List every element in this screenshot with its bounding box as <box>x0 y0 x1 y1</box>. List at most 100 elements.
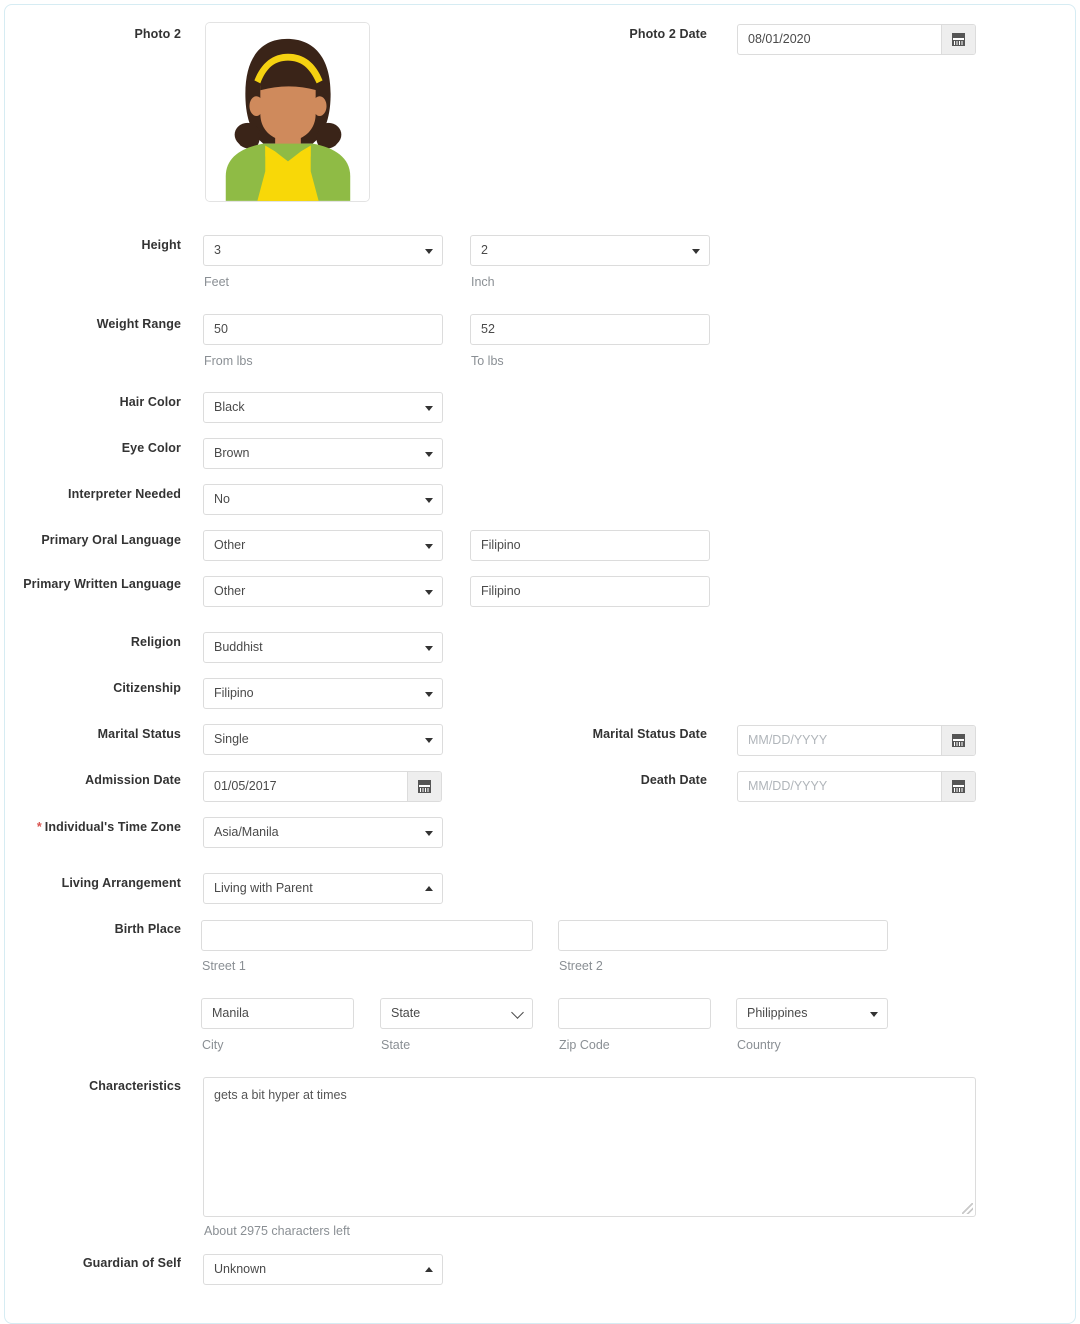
chevron-down-icon <box>425 497 433 503</box>
birth-place-city-input[interactable]: Manila <box>201 998 354 1029</box>
living-arrangement-select[interactable]: Living with Parent <box>203 873 443 904</box>
interpreter-needed-select[interactable]: No <box>203 484 443 515</box>
chevron-down-icon <box>425 830 433 836</box>
hair-color-select[interactable]: Black <box>203 392 443 423</box>
photo-2-image[interactable] <box>205 22 370 202</box>
citizenship-value: Filipino <box>214 686 254 700</box>
height-inch-value: 2 <box>481 243 488 257</box>
admission-date-value: 01/05/2017 <box>214 779 277 793</box>
eye-color-select[interactable]: Brown <box>203 438 443 469</box>
chevron-down-icon <box>425 691 433 697</box>
eye-color-label: Eye Color <box>121 441 181 455</box>
religion-select[interactable]: Buddhist <box>203 632 443 663</box>
resize-handle-icon[interactable] <box>962 1203 973 1214</box>
primary-written-language-select[interactable]: Other <box>203 576 443 607</box>
demographics-panel: Photo 2 Photo 2 Date 08/01/2020 Height 3… <box>4 4 1076 1324</box>
hair-color-label: Hair Color <box>119 395 181 409</box>
chevron-down-icon <box>692 248 700 254</box>
marital-status-label: Marital Status <box>97 727 181 741</box>
marital-status-date-label: Marital Status Date <box>592 727 707 741</box>
time-zone-label-text: Individual's Time Zone <box>44 820 181 834</box>
citizenship-label: Citizenship <box>113 681 181 695</box>
chevron-down-icon <box>425 451 433 457</box>
calendar-icon <box>952 33 965 46</box>
primary-written-language-value: Other <box>214 584 246 598</box>
calendar-icon <box>952 734 965 747</box>
time-zone-value: Asia/Manila <box>214 825 279 839</box>
birth-place-state-helper: State <box>381 1038 411 1052</box>
birth-place-state-value: State <box>391 1006 421 1020</box>
birth-place-zip-helper: Zip Code <box>559 1038 610 1052</box>
height-inch-helper: Inch <box>471 275 495 289</box>
height-label: Height <box>141 238 181 252</box>
birth-place-label: Birth Place <box>114 922 181 936</box>
weight-to-input[interactable]: 52 <box>470 314 710 345</box>
birth-place-zip-input[interactable] <box>558 998 711 1029</box>
birth-place-street2-helper: Street 2 <box>559 959 603 973</box>
primary-oral-language-other-input[interactable]: Filipino <box>470 530 710 561</box>
weight-to-helper: To lbs <box>471 354 504 368</box>
primary-written-language-label: Primary Written Language <box>23 577 181 591</box>
primary-oral-language-select[interactable]: Other <box>203 530 443 561</box>
characteristics-textarea[interactable]: gets a bit hyper at times <box>203 1077 976 1217</box>
living-arrangement-label: Living Arrangement <box>61 876 181 890</box>
birth-place-street1-helper: Street 1 <box>202 959 246 973</box>
height-inch-select[interactable]: 2 <box>470 235 710 266</box>
birth-place-street2-input[interactable] <box>558 920 888 951</box>
marital-status-date-value: MM/DD/YYYY <box>748 733 828 747</box>
eye-color-value: Brown <box>214 446 250 460</box>
death-date-field[interactable]: MM/DD/YYYY <box>737 771 976 802</box>
religion-label: Religion <box>130 635 181 649</box>
birth-place-country-value: Philippines <box>747 1006 808 1020</box>
photo-2-date-label: Photo 2 Date <box>629 27 707 41</box>
weight-from-input[interactable]: 50 <box>203 314 443 345</box>
death-date-label: Death Date <box>640 773 707 787</box>
religion-value: Buddhist <box>214 640 263 654</box>
interpreter-needed-value: No <box>214 492 230 506</box>
chevron-down-icon <box>425 589 433 595</box>
weight-from-helper: From lbs <box>204 354 253 368</box>
calendar-icon <box>952 780 965 793</box>
height-feet-helper: Feet <box>204 275 230 289</box>
birth-place-country-helper: Country <box>737 1038 781 1052</box>
height-feet-value: 3 <box>214 243 221 257</box>
weight-range-label: Weight Range <box>96 317 181 331</box>
guardian-of-self-value: Unknown <box>214 1262 267 1276</box>
admission-date-field[interactable]: 01/05/2017 <box>203 771 442 802</box>
marital-status-select[interactable]: Single <box>203 724 443 755</box>
guardian-of-self-label: Guardian of Self <box>82 1256 181 1270</box>
marital-status-value: Single <box>214 732 249 746</box>
time-zone-select[interactable]: Asia/Manila <box>203 817 443 848</box>
required-asterisk: * <box>36 820 42 834</box>
height-feet-select[interactable]: 3 <box>203 235 443 266</box>
chevron-down-icon <box>425 248 433 254</box>
primary-written-language-other-input[interactable]: Filipino <box>470 576 710 607</box>
photo-2-date-value: 08/01/2020 <box>748 32 811 46</box>
chevron-down-icon <box>425 405 433 411</box>
chevron-down-icon <box>425 543 433 549</box>
birth-place-state-select[interactable]: State <box>380 998 533 1029</box>
characteristics-label: Characteristics <box>89 1079 181 1093</box>
chevron-down-icon <box>870 1011 878 1017</box>
girl-avatar-icon <box>206 23 369 201</box>
guardian-of-self-select[interactable]: Unknown <box>203 1254 443 1285</box>
citizenship-select[interactable]: Filipino <box>203 678 443 709</box>
primary-oral-language-value: Other <box>214 538 246 552</box>
hair-color-value: Black <box>214 400 245 414</box>
marital-status-date-field[interactable]: MM/DD/YYYY <box>737 725 976 756</box>
marital-status-date-calendar-button[interactable] <box>941 726 975 755</box>
time-zone-label: * Individual's Time Zone <box>5 819 181 835</box>
living-arrangement-value: Living with Parent <box>214 881 313 895</box>
chevron-down-icon <box>511 1006 524 1019</box>
primary-oral-language-label: Primary Oral Language <box>41 533 181 547</box>
birth-place-country-select[interactable]: Philippines <box>736 998 888 1029</box>
photo-2-date-calendar-button[interactable] <box>941 25 975 54</box>
chevron-up-icon <box>425 1266 433 1272</box>
interpreter-needed-label: Interpreter Needed <box>68 487 181 501</box>
photo-2-date-field[interactable]: 08/01/2020 <box>737 24 976 55</box>
admission-date-label: Admission Date <box>85 773 181 787</box>
death-date-calendar-button[interactable] <box>941 772 975 801</box>
birth-place-street1-input[interactable] <box>201 920 533 951</box>
chevron-up-icon <box>425 885 433 891</box>
characteristics-counter: About 2975 characters left <box>204 1224 350 1238</box>
